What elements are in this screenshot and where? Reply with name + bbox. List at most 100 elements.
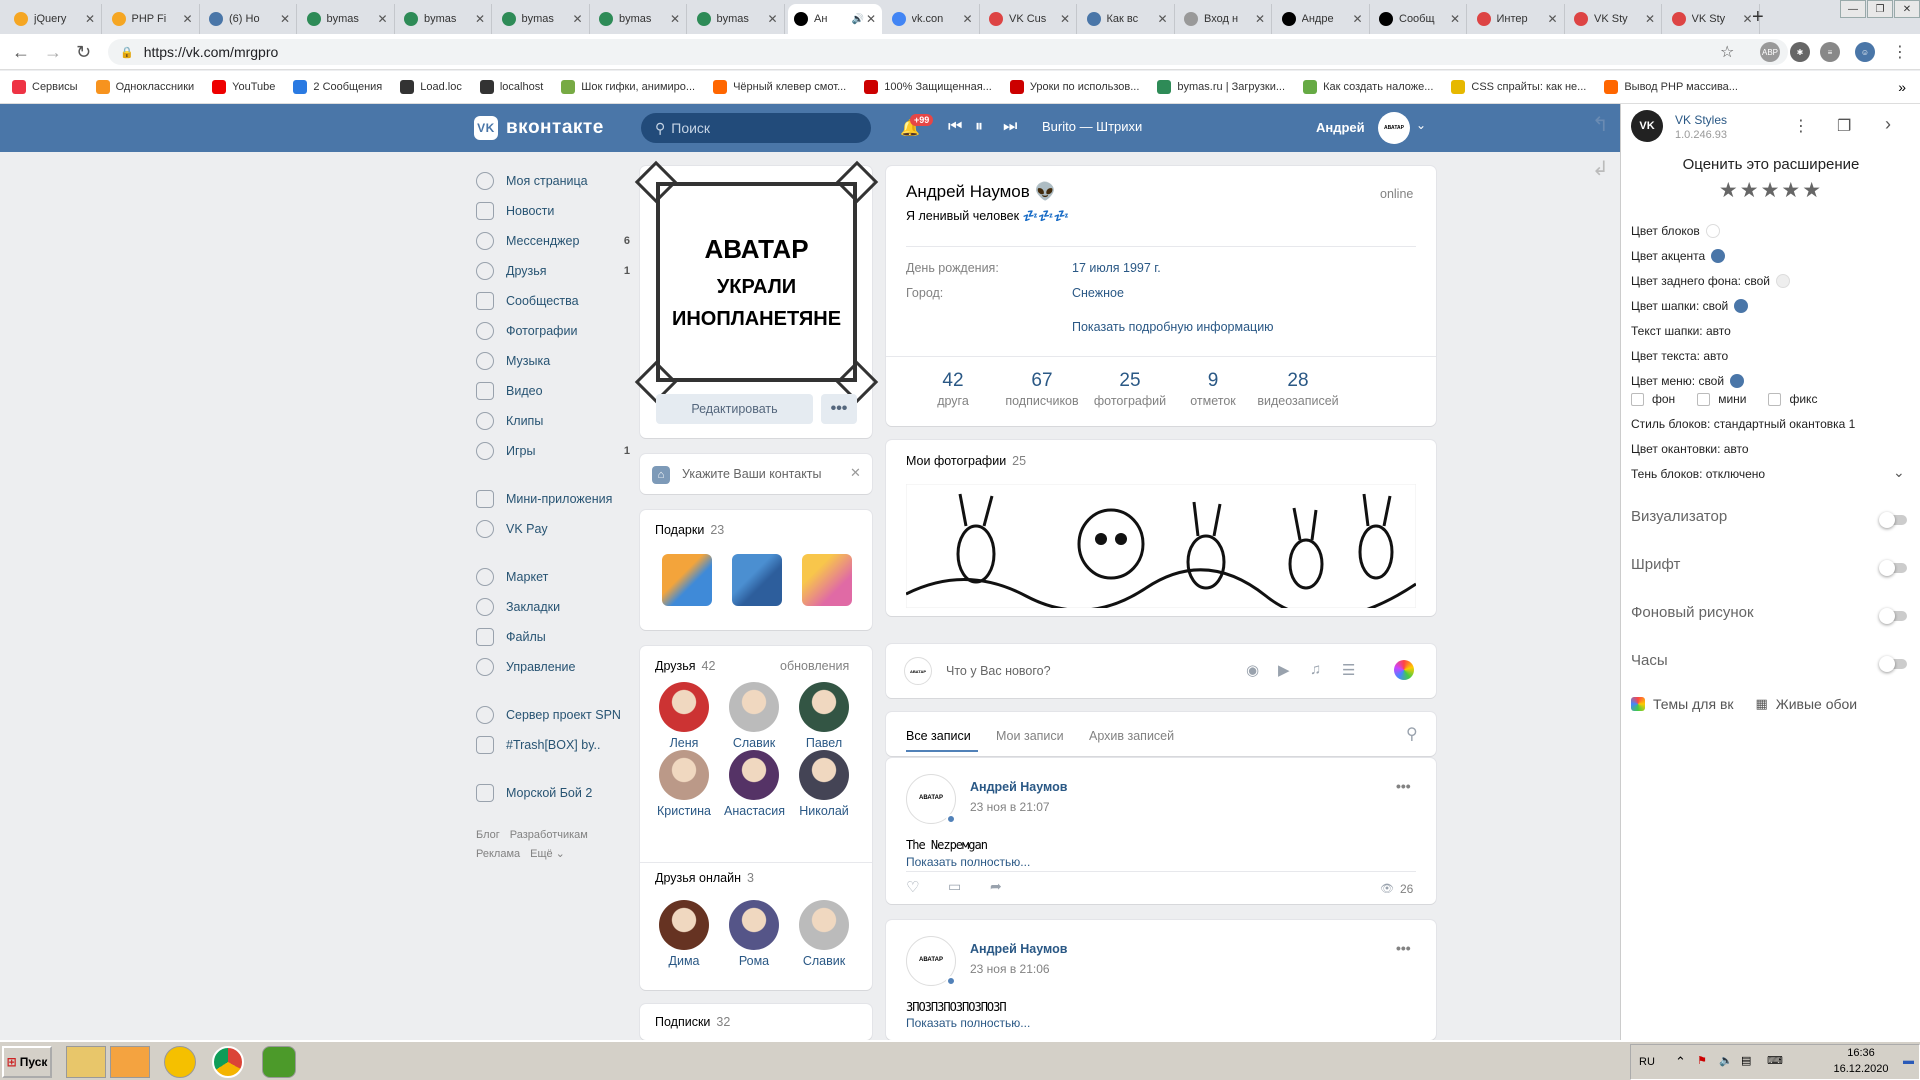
close-icon[interactable]: ✕: [1894, 0, 1920, 18]
city-value[interactable]: Снежное: [1072, 286, 1124, 300]
tray-expand-icon[interactable]: ⌃: [1675, 1054, 1686, 1070]
bookmark-item[interactable]: localhost: [479, 80, 543, 94]
browser-tab[interactable]: Вход н ✕: [1178, 4, 1272, 34]
vk-color-icon[interactable]: [1394, 660, 1414, 680]
post-menu-icon[interactable]: •••: [1396, 940, 1411, 956]
bookmark-item[interactable]: Уроки по использов...: [1009, 80, 1139, 94]
video-icon[interactable]: ▶: [1278, 661, 1290, 679]
gifts-title[interactable]: Подарки 23: [655, 523, 724, 537]
panel-menu-icon[interactable]: ⋮: [1793, 116, 1809, 136]
show-full-post-link[interactable]: Показать полностью...: [906, 1016, 1030, 1030]
checkbox[interactable]: [1768, 392, 1782, 406]
bookmark-item[interactable]: Одноклассники: [95, 80, 194, 94]
profile-counter[interactable]: 28 видеозаписей: [1253, 370, 1343, 408]
aimp-icon[interactable]: [164, 1046, 196, 1078]
browser-tab[interactable]: Сообщ ✕: [1373, 4, 1467, 34]
extensions-puzzle-icon[interactable]: ✱: [1790, 42, 1810, 62]
browser-tab[interactable]: VK Cus ✕: [983, 4, 1077, 34]
friend-item[interactable]: Кристина: [654, 750, 714, 818]
toggle-switch[interactable]: [1879, 656, 1907, 672]
color-swatch[interactable]: [1705, 224, 1720, 238]
bookmarks-overflow-icon[interactable]: »: [1898, 79, 1906, 95]
keyboard-icon[interactable]: ⌨: [1767, 1054, 1783, 1067]
bookmark-item[interactable]: YouTube: [212, 80, 275, 94]
bookmark-item[interactable]: CSS спрайты: как не...: [1451, 80, 1586, 94]
profile-counter[interactable]: 9 отметок: [1168, 370, 1258, 408]
menu-item[interactable]: Сообщества: [476, 286, 630, 316]
browser-tab[interactable]: VK Sty ✕: [1568, 4, 1662, 34]
close-icon[interactable]: ✕: [1255, 12, 1265, 26]
extension-setting-row[interactable]: Цвет текста: авто: [1631, 349, 1728, 363]
menu-footer-link[interactable]: Блог: [476, 829, 500, 841]
close-icon[interactable]: ✕: [182, 12, 192, 26]
clock-date[interactable]: 16.12.2020: [1821, 1063, 1901, 1075]
restore-icon[interactable]: ❐: [1867, 0, 1893, 18]
friend-item[interactable]: Славик: [724, 682, 784, 750]
browser-tab[interactable]: VK Sty ✕: [1666, 4, 1760, 34]
friends-online-title[interactable]: Друзья онлайн 3: [655, 871, 754, 885]
menu-item[interactable]: VK Pay: [476, 514, 630, 544]
like-icon[interactable]: ♡: [906, 878, 919, 896]
toggle-switch[interactable]: [1879, 608, 1907, 624]
music-icon[interactable]: ♫: [1310, 661, 1321, 678]
scroll-up-icon[interactable]: ↰: [1592, 112, 1609, 137]
color-swatch[interactable]: [1711, 249, 1726, 263]
chrome-icon[interactable]: [212, 1046, 244, 1078]
browser-tab[interactable]: Интер ✕: [1471, 4, 1565, 34]
menu-footer-link[interactable]: Ещё ⌄: [530, 848, 565, 860]
browser-tab[interactable]: (6) Но ✕: [203, 4, 297, 34]
checkbox[interactable]: [1697, 392, 1711, 406]
post-author-name[interactable]: Андрей Наумов: [970, 780, 1067, 794]
photos-strip[interactable]: [906, 484, 1416, 608]
chevron-right-icon[interactable]: ›: [1885, 114, 1891, 135]
friend-item[interactable]: Анастасия: [724, 750, 785, 818]
menu-footer-link[interactable]: Разработчикам: [510, 829, 588, 841]
bookmark-item[interactable]: 2 Сообщения: [293, 80, 382, 94]
friends-updates-link[interactable]: обновления: [780, 659, 849, 673]
menu-item[interactable]: Друзья 1: [476, 256, 630, 286]
contacts-prompt-card[interactable]: ⌂ Укажите Ваши контакты ✕: [640, 454, 872, 494]
close-icon[interactable]: ✕: [1352, 12, 1362, 26]
close-icon[interactable]: ✕: [850, 465, 861, 481]
friend-item[interactable]: Дима: [654, 900, 714, 968]
friends-title[interactable]: Друзья 42: [655, 659, 715, 673]
utorrent-icon[interactable]: [262, 1046, 296, 1078]
browser-tab[interactable]: bymas ✕: [691, 4, 785, 34]
show-full-post-link[interactable]: Показать полностью...: [906, 855, 1030, 869]
next-track-icon[interactable]: ⏭: [1003, 118, 1017, 136]
gift-item[interactable]: [802, 554, 852, 606]
color-swatch[interactable]: [1730, 374, 1745, 388]
network-icon[interactable]: ▤: [1741, 1054, 1751, 1067]
volume-icon[interactable]: 🔈: [1719, 1054, 1733, 1067]
menu-item[interactable]: Игры 1: [476, 436, 630, 466]
extension-setting-row[interactable]: Цвет шапки: свой: [1631, 299, 1749, 313]
media-player-icon[interactable]: [110, 1046, 150, 1078]
address-bar[interactable]: 🔒 https://vk.com/mrgpro: [108, 39, 1788, 65]
extension-setting-row[interactable]: Цвет блоков: [1631, 224, 1720, 238]
chevron-down-icon[interactable]: ⌄: [1893, 464, 1905, 481]
close-icon[interactable]: ✕: [1742, 12, 1752, 26]
copy-icon[interactable]: ❐: [1837, 116, 1851, 136]
tab-my-posts[interactable]: Мои записи: [996, 729, 1064, 743]
extension-setting-row[interactable]: Цвет окантовки: авто: [1631, 442, 1749, 456]
edit-profile-button[interactable]: Редактировать: [656, 394, 813, 424]
friend-item[interactable]: Леня: [654, 682, 714, 750]
post-date[interactable]: 23 ноя в 21:06: [970, 962, 1050, 976]
close-icon[interactable]: ✕: [866, 12, 876, 26]
close-icon[interactable]: ✕: [962, 12, 972, 26]
bookmark-item[interactable]: Как создать наложе...: [1303, 80, 1433, 94]
bookmark-item[interactable]: Вывод PHP массива...: [1604, 80, 1738, 94]
menu-item[interactable]: Музыка: [476, 346, 630, 376]
bookmark-item[interactable]: Шок гифки, анимиро...: [561, 80, 695, 94]
share-icon[interactable]: ➦: [990, 878, 1002, 895]
gift-item[interactable]: [732, 554, 782, 606]
menu-item[interactable]: Мессенджер 6: [476, 226, 630, 256]
menu-item[interactable]: Управление: [476, 652, 630, 682]
start-button[interactable]: ⊞ Пуск: [2, 1046, 52, 1078]
friend-item[interactable]: Павел: [794, 682, 854, 750]
extension-setting-row[interactable]: Текст шапки: авто: [1631, 324, 1731, 338]
close-icon[interactable]: ✕: [1060, 12, 1070, 26]
live-wallpaper-link[interactable]: Живые обои: [1776, 696, 1857, 712]
adblock-extension-icon[interactable]: ABP: [1760, 42, 1780, 62]
close-icon[interactable]: ✕: [377, 12, 387, 26]
